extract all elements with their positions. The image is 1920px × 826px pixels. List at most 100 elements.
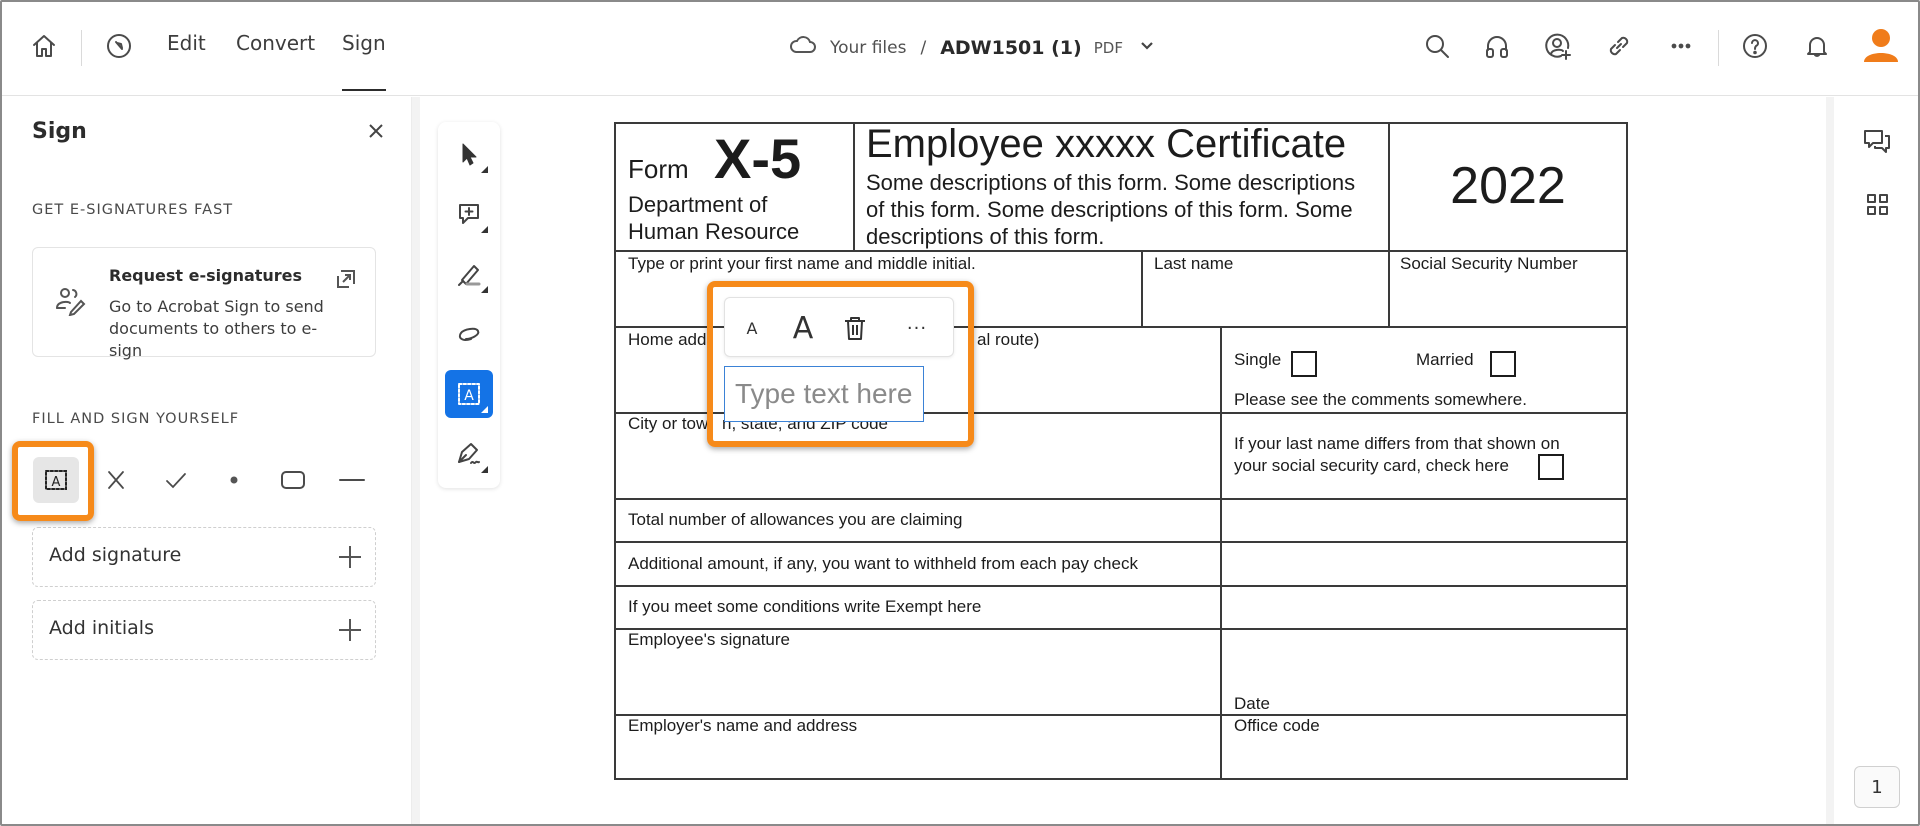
section-label: GET E-SIGNATURES FAST bbox=[32, 202, 234, 218]
more-button[interactable] bbox=[1664, 29, 1698, 63]
cross-icon bbox=[108, 471, 124, 489]
more-icon bbox=[1671, 43, 1691, 49]
delete-button[interactable] bbox=[835, 308, 875, 348]
single-label: Single bbox=[1234, 350, 1282, 369]
line-tool[interactable] bbox=[329, 457, 375, 503]
file-name: ADW1501 (1) bbox=[940, 36, 1082, 59]
add-initials-button[interactable]: Add initials bbox=[32, 600, 376, 660]
draw-tool[interactable] bbox=[445, 310, 493, 358]
form-year: 2022 bbox=[1450, 157, 1566, 215]
cross-mark-tool[interactable] bbox=[93, 457, 139, 503]
help-icon bbox=[1743, 34, 1767, 58]
home-icon bbox=[33, 35, 55, 57]
divider bbox=[81, 30, 82, 66]
ssn-label: Social Security Number bbox=[1400, 254, 1578, 273]
add-signature-button[interactable]: Add signature bbox=[32, 527, 376, 587]
top-bar: Edit Convert Sign Your files / ADW1501 (… bbox=[0, 0, 1920, 96]
name-differs-checkbox[interactable] bbox=[1538, 454, 1564, 480]
decrease-font-button[interactable]: A bbox=[737, 308, 767, 348]
more-options-button[interactable]: ··· bbox=[895, 308, 939, 348]
cloud-icon bbox=[788, 33, 818, 62]
thumbnails-button[interactable] bbox=[1862, 189, 1894, 221]
sign-panel: Sign GET E-SIGNATURES FAST Request e-sig… bbox=[0, 97, 412, 826]
share-button[interactable] bbox=[1541, 29, 1575, 63]
section-label: FILL AND SIGN YOURSELF bbox=[32, 411, 240, 427]
rectangle-icon bbox=[281, 471, 305, 489]
add-text-tool[interactable]: A bbox=[445, 370, 493, 418]
search-icon bbox=[1426, 35, 1449, 58]
tab-edit[interactable]: Edit bbox=[167, 31, 206, 55]
add-signature-label: Add signature bbox=[49, 544, 182, 566]
allowances-label: Total number of allowances you are claim… bbox=[628, 510, 963, 529]
text-box-icon: A bbox=[458, 383, 480, 405]
employer-label: Employer's name and address bbox=[628, 716, 858, 735]
copy-link-button[interactable] bbox=[1602, 29, 1636, 63]
svg-text:A: A bbox=[52, 475, 61, 490]
text-field-input[interactable] bbox=[724, 366, 924, 422]
add-text-tool[interactable]: A bbox=[33, 457, 79, 503]
vertical-toolbar: A bbox=[438, 122, 500, 488]
file-menu-button[interactable] bbox=[1139, 37, 1155, 58]
request-signatures-icon bbox=[55, 286, 89, 317]
increase-font-button[interactable]: A bbox=[783, 308, 823, 348]
form-rule bbox=[614, 541, 1628, 543]
last-name-differs-line-2: your social security card, check here bbox=[1234, 456, 1509, 475]
married-checkbox[interactable] bbox=[1490, 351, 1516, 377]
department-line-2: Human Resource bbox=[628, 219, 800, 244]
close-panel-button[interactable] bbox=[366, 121, 386, 141]
request-title: Request e-signatures bbox=[109, 266, 303, 285]
check-icon bbox=[166, 473, 186, 489]
page-number-badge[interactable]: 1 bbox=[1854, 766, 1900, 808]
home-address-label: Home add bbox=[628, 330, 707, 349]
form-id: X-5 bbox=[714, 127, 802, 190]
file-type: PDF bbox=[1093, 38, 1123, 57]
home-address-label-end: al route) bbox=[977, 330, 1040, 349]
compass-button[interactable] bbox=[102, 29, 136, 63]
submenu-indicator bbox=[481, 406, 488, 413]
notifications-button[interactable] bbox=[1800, 29, 1834, 63]
comments-button[interactable] bbox=[1862, 127, 1894, 159]
form-rule bbox=[853, 122, 855, 250]
select-tool[interactable] bbox=[445, 130, 493, 178]
pen-nib-icon bbox=[458, 443, 480, 464]
department-line-1: Department of bbox=[628, 192, 768, 217]
panel-title: Sign bbox=[32, 119, 87, 144]
text-box-icon: A bbox=[45, 470, 67, 490]
check-mark-tool[interactable] bbox=[153, 457, 199, 503]
highlight-tool[interactable] bbox=[445, 250, 493, 298]
last-name-differs-line-1: If your last name differs from that show… bbox=[1234, 434, 1560, 453]
comments-note: Please see the comments somewhere. bbox=[1234, 390, 1527, 409]
office-code-label: Office code bbox=[1234, 716, 1320, 735]
add-initials-label: Add initials bbox=[49, 617, 154, 639]
single-checkbox[interactable] bbox=[1291, 351, 1317, 377]
svg-text:A: A bbox=[464, 388, 474, 404]
highlighter-icon bbox=[458, 265, 481, 286]
form-description-1: Some descriptions of this form. Some des… bbox=[866, 170, 1356, 195]
form-word: Form bbox=[628, 154, 689, 184]
submenu-indicator bbox=[481, 286, 488, 293]
sign-tool[interactable] bbox=[445, 430, 493, 478]
tab-sign[interactable]: Sign bbox=[342, 31, 386, 91]
form-border bbox=[1626, 122, 1628, 780]
submenu-indicator bbox=[481, 466, 488, 473]
bell-icon bbox=[1807, 37, 1827, 57]
request-e-signatures-card[interactable]: Request e-signatures Go to Acrobat Sign … bbox=[32, 247, 376, 360]
help-button[interactable] bbox=[1738, 29, 1772, 63]
pointer-icon bbox=[462, 143, 477, 166]
breadcrumb-your-files[interactable]: Your files bbox=[830, 38, 906, 58]
avatar[interactable] bbox=[1862, 26, 1900, 64]
close-icon bbox=[369, 124, 383, 138]
chevron-down-icon bbox=[1141, 42, 1153, 50]
breadcrumb-separator: / bbox=[920, 37, 927, 58]
tab-convert[interactable]: Convert bbox=[236, 31, 315, 55]
first-name-label: Type or print your first name and middle… bbox=[628, 254, 976, 273]
support-button[interactable] bbox=[1480, 29, 1514, 63]
home-button[interactable] bbox=[27, 29, 61, 63]
rectangle-tool[interactable] bbox=[270, 457, 316, 503]
last-name-label: Last name bbox=[1154, 254, 1234, 273]
search-button[interactable] bbox=[1420, 29, 1454, 63]
divider bbox=[1718, 30, 1719, 66]
add-comment-tool[interactable] bbox=[445, 190, 493, 238]
form-description-2: of this form. Some descriptions of this … bbox=[866, 197, 1353, 222]
dot-tool[interactable] bbox=[211, 457, 257, 503]
